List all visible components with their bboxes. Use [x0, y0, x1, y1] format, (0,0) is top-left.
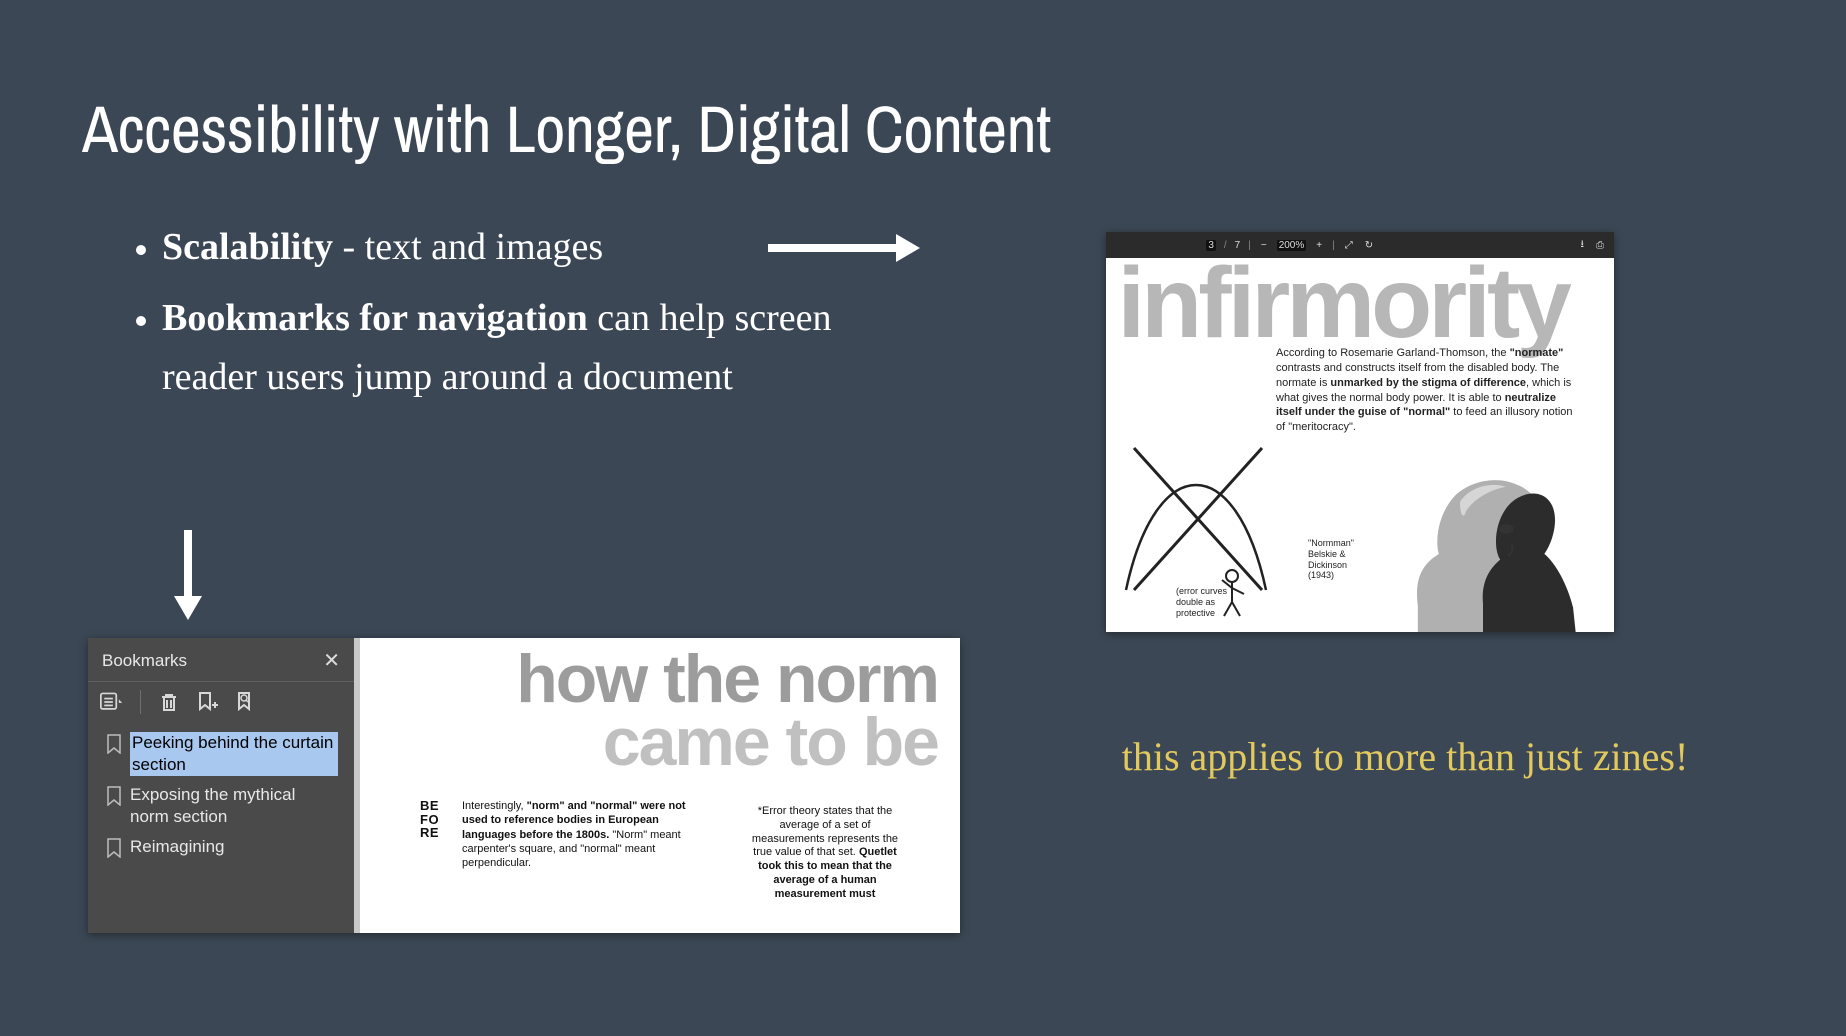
- pdf-toolbar: 3 / 7 | − 200% + | ⤢ ↻ ⭳ ⎙: [1106, 232, 1614, 258]
- pdf-body-paragraph: According to Rosemarie Garland-Thomson, …: [1276, 346, 1581, 435]
- slide-title: Accessibility with Longer, Digital Conte…: [82, 84, 1051, 173]
- bookmark-icon: [106, 838, 122, 858]
- zoom-value[interactable]: 200%: [1277, 240, 1307, 251]
- bullet-item-scalability: Scalability - text and images: [162, 218, 860, 277]
- arrow-down-icon: [176, 530, 200, 620]
- print-icon[interactable]: ⎙: [1594, 240, 1606, 251]
- fit-page-icon[interactable]: ⤢: [1343, 240, 1355, 251]
- doc-columns: BE FO RE Interestingly, "norm" and "norm…: [360, 773, 960, 901]
- doc-side-label: BE FO RE: [420, 799, 444, 901]
- error-curve-note: (error curves double as protective: [1176, 586, 1242, 618]
- download-icon[interactable]: ⭳: [1579, 237, 1587, 254]
- arrow-right-icon: [768, 236, 920, 260]
- bookmarks-panel: Bookmarks ✕ Peeking behind the curtain s…: [88, 638, 354, 933]
- delete-bookmark-icon[interactable]: [157, 690, 181, 714]
- bookmark-search-icon[interactable]: [233, 690, 257, 714]
- bullet-lead: Scalability: [162, 226, 333, 268]
- pdf-zoom-screenshot: 3 / 7 | − 200% + | ⤢ ↻ ⭳ ⎙ e infirmority…: [1106, 232, 1614, 632]
- normman-bust-image: [1368, 444, 1598, 632]
- bookmarks-toolbar: [88, 682, 354, 724]
- doc-column-b: *Error theory states that the average of…: [750, 799, 900, 901]
- bullet-rest: - text and images: [333, 226, 603, 268]
- options-menu-icon[interactable]: [100, 690, 124, 714]
- bookmark-icon: [106, 786, 122, 806]
- bookmarks-screenshot: Bookmarks ✕ Peeking behind the curtain s…: [88, 638, 960, 933]
- pdf-page-content: e infirmority According to Rosemarie Gar…: [1106, 258, 1614, 632]
- bookmarks-list: Peeking behind the curtain section Expos…: [88, 724, 354, 870]
- bookmark-item[interactable]: Exposing the mythical norm section: [100, 780, 344, 832]
- bookmark-label: Peeking behind the curtain section: [130, 732, 338, 776]
- bookmarks-title: Bookmarks: [102, 651, 187, 671]
- add-bookmark-icon[interactable]: [195, 690, 219, 714]
- zoom-in-button[interactable]: +: [1314, 240, 1324, 251]
- bullet-lead: Bookmarks for navigation: [162, 297, 588, 339]
- doc-heading: how the norm came to be: [360, 638, 960, 773]
- page-sep: /: [1224, 240, 1227, 251]
- doc-column-a: Interestingly, "norm" and "normal" were …: [462, 799, 692, 901]
- page-total: 7: [1235, 240, 1241, 251]
- bookmarks-header: Bookmarks ✕: [88, 638, 354, 682]
- document-preview: how the norm came to be BE FO RE Interes…: [354, 638, 960, 933]
- close-icon[interactable]: ✕: [323, 648, 340, 673]
- bookmark-item[interactable]: Peeking behind the curtain section: [100, 728, 344, 780]
- page-current[interactable]: 3: [1206, 240, 1216, 251]
- zoom-out-button[interactable]: −: [1259, 240, 1269, 251]
- bullet-item-bookmarks: Bookmarks for navigation can help screen…: [162, 289, 860, 407]
- bookmark-item[interactable]: Reimagining: [100, 832, 344, 862]
- rotate-icon[interactable]: ↻: [1363, 240, 1375, 251]
- bullet-list: Scalability - text and images Bookmarks …: [100, 218, 860, 419]
- bookmark-icon: [106, 734, 122, 754]
- footer-caption: this applies to more than just zines!: [1110, 726, 1700, 788]
- bookmark-label: Exposing the mythical norm section: [130, 784, 338, 828]
- bookmark-label: Reimagining: [130, 836, 338, 858]
